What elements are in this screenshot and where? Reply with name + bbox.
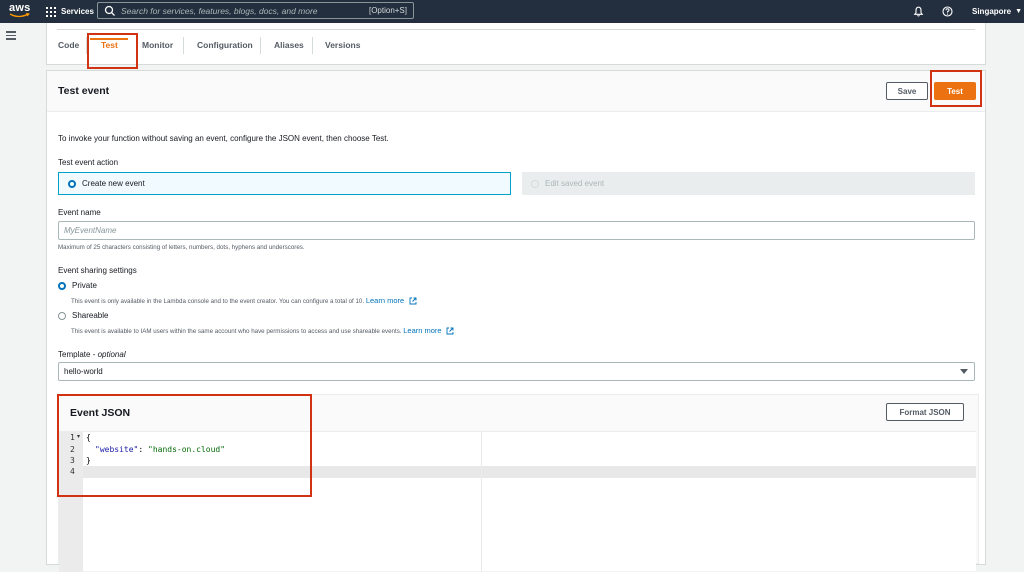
private-option[interactable]: Private (58, 281, 97, 290)
tab-divider (260, 37, 261, 54)
external-link-icon (446, 327, 454, 335)
divider (57, 29, 975, 30)
search-bar[interactable]: [Option+S] (97, 2, 414, 19)
menu-icon[interactable] (6, 31, 16, 40)
learn-more-link[interactable]: Learn more (366, 296, 404, 305)
radio-checked-icon[interactable] (58, 281, 66, 290)
help-icon (942, 6, 953, 17)
active-line (83, 466, 976, 478)
line-number: 3 (70, 456, 75, 465)
json-key: "website" (95, 445, 139, 454)
shareable-desc-text: This event is available to IAM users wit… (71, 328, 402, 335)
line-number: 1 (70, 433, 75, 442)
tab-configuration[interactable]: Configuration (197, 40, 253, 50)
template-value: hello-world (64, 367, 103, 376)
json-colon: : (138, 445, 148, 454)
event-sharing-label: Event sharing settings (58, 266, 137, 275)
radio-checked-icon[interactable] (68, 179, 76, 188)
bell-icon (913, 6, 924, 17)
create-new-event-option[interactable]: Create new event (58, 172, 511, 195)
shareable-description: This event is available to IAM users wit… (71, 326, 454, 335)
line-number: 2 (70, 445, 75, 454)
panel-title: Test event (58, 85, 110, 97)
json-value: "hands-on.cloud" (148, 445, 226, 454)
help-button[interactable] (942, 4, 953, 19)
search-shortcut: [Option+S] (368, 6, 407, 15)
template-select[interactable]: hello-world (58, 362, 975, 381)
smile-icon (9, 13, 30, 18)
tab-monitor[interactable]: Monitor (142, 40, 173, 50)
function-tabs: Code Test Monitor Configuration Aliases … (46, 23, 986, 65)
shareable-label: Shareable (72, 311, 109, 320)
tab-test[interactable]: Test (101, 40, 118, 50)
private-label: Private (72, 281, 97, 290)
tab-aliases[interactable]: Aliases (274, 40, 304, 50)
services-menu[interactable]: Services (46, 4, 94, 19)
event-name-input[interactable]: MyEventName (58, 221, 975, 240)
template-label-text: Template (58, 350, 91, 359)
event-json-panel: Event JSON Format JSON 1 ▾ 2 3 4 { "webs… (58, 394, 979, 572)
card-header: Test event Save Test (47, 71, 985, 112)
edit-saved-event-option: Edit saved event (522, 172, 975, 195)
code-line: } (86, 456, 91, 465)
region-selector[interactable]: Singapore ▼ (972, 4, 1022, 19)
tab-divider (183, 37, 184, 54)
search-input[interactable] (121, 5, 361, 16)
template-label: Template - optional (58, 350, 126, 359)
code-line: { (86, 433, 91, 442)
external-link-icon (409, 297, 417, 305)
format-json-button[interactable]: Format JSON (886, 403, 964, 421)
caret-down-icon (960, 369, 968, 374)
fold-icon[interactable]: ▾ (77, 433, 80, 440)
json-code-editor[interactable]: 1 ▾ 2 3 4 { "website": "hands-on.cloud" … (59, 431, 976, 572)
event-name-label: Event name (58, 208, 101, 217)
event-json-title: Event JSON (70, 407, 131, 419)
top-nav: aws Services [Option+S] Singapore ▼ (0, 0, 1024, 23)
create-new-event-label: Create new event (82, 179, 145, 188)
radio-unchecked-icon[interactable] (58, 311, 66, 320)
event-name-placeholder: MyEventName (64, 226, 117, 235)
tab-versions[interactable]: Versions (325, 40, 360, 50)
notifications-button[interactable] (913, 4, 924, 19)
active-tab-indicator (90, 38, 128, 40)
save-button[interactable]: Save (886, 82, 928, 100)
tab-divider (86, 37, 87, 54)
optional-text: optional (97, 350, 126, 359)
line-number: 4 (70, 467, 75, 476)
region-label: Singapore (972, 7, 1012, 16)
radio-disabled-icon (531, 179, 539, 188)
code-line: "website": "hands-on.cloud" (95, 445, 225, 454)
tab-code[interactable]: Code (58, 40, 79, 50)
grid-icon (46, 6, 56, 17)
search-icon (104, 5, 115, 16)
edit-saved-event-label: Edit saved event (545, 179, 605, 188)
private-desc-text: This event is only available in the Lamb… (71, 298, 365, 305)
aws-logo[interactable]: aws (9, 3, 30, 18)
caret-down-icon: ▼ (1015, 8, 1023, 15)
print-margin (481, 432, 482, 572)
test-button[interactable]: Test (934, 82, 976, 100)
learn-more-link[interactable]: Learn more (403, 326, 441, 335)
tab-divider (312, 37, 313, 54)
event-name-hint: Maximum of 25 characters consisting of l… (58, 244, 305, 251)
shareable-option[interactable]: Shareable (58, 311, 108, 320)
private-description: This event is only available in the Lamb… (71, 296, 417, 305)
services-label: Services (61, 7, 94, 16)
test-event-panel: Test event Save Test To invoke your func… (46, 70, 986, 572)
test-event-action-label: Test event action (58, 158, 119, 167)
intro-text: To invoke your function without saving a… (58, 134, 389, 143)
